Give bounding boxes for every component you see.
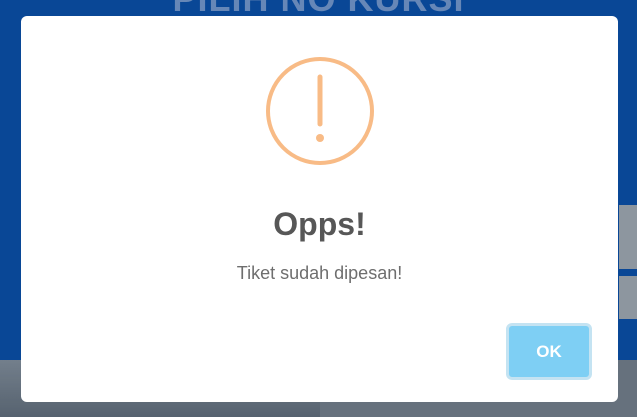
dialog-title: Opps!	[273, 206, 366, 242]
alert-dialog: Opps! Tiket sudah dipesan! OK	[21, 16, 618, 402]
exclamation-circle-icon	[266, 57, 374, 165]
page: PILIH NO KURSI Opps! Tiket sudah dipesan…	[0, 0, 637, 417]
ok-button[interactable]: OK	[506, 323, 592, 380]
dialog-message: Tiket sudah dipesan!	[236, 263, 403, 283]
